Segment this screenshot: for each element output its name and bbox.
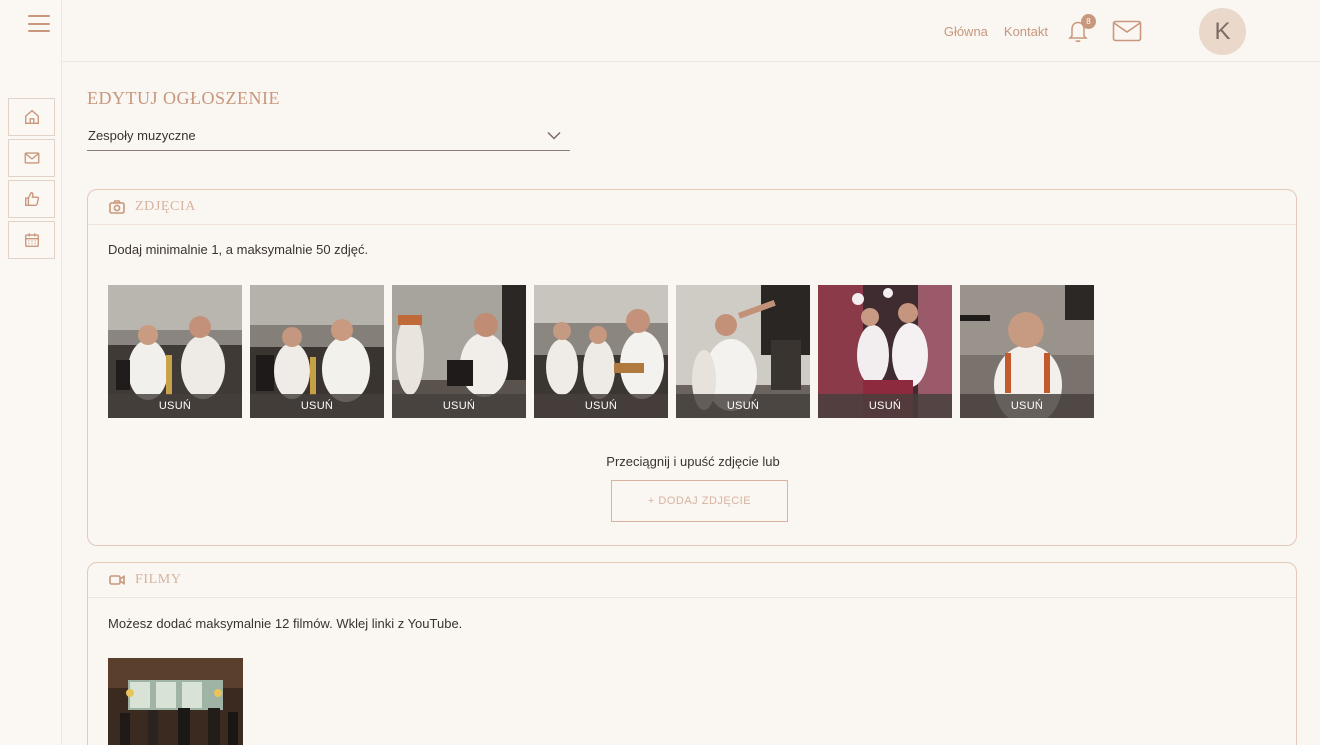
remove-photo-button[interactable]: USUŃ xyxy=(676,394,810,418)
photos-section-title: ZDJĘCIA xyxy=(135,199,196,214)
side-rail xyxy=(0,0,62,745)
films-card: FILMY Możesz dodać maksymalnie 12 filmów… xyxy=(87,562,1297,745)
films-hint: Możesz dodać maksymalnie 12 filmów. Wkle… xyxy=(108,616,463,631)
photo-thumbnail: USUŃ xyxy=(534,285,668,418)
rail-messages-button[interactable] xyxy=(8,139,55,177)
video-camera-icon xyxy=(109,575,125,585)
remove-photo-button[interactable]: USUŃ xyxy=(250,394,384,418)
photo-thumbnail: USUŃ xyxy=(392,285,526,418)
photo-thumbnail: USUŃ xyxy=(250,285,384,418)
mail-icon xyxy=(24,152,39,164)
rail-calendar-button[interactable] xyxy=(8,221,55,259)
photos-card: ZDJĘCIA Dodaj minimalnie 1, a maksymalni… xyxy=(87,189,1297,546)
remove-photo-button[interactable]: USUŃ xyxy=(818,394,952,418)
remove-photo-button[interactable]: USUŃ xyxy=(534,394,668,418)
photos-hint: Dodaj minimalnie 1, a maksymalnie 50 zdj… xyxy=(108,242,369,257)
photo-thumbnail: USUŃ xyxy=(818,285,952,418)
photos-card-header: ZDJĘCIA xyxy=(88,190,1296,225)
photo-gallery: USUŃ USUŃ USUŃ USUŃ USUŃ USUŃ USUŃ xyxy=(108,285,1094,418)
rail-nav xyxy=(8,98,55,262)
category-select[interactable]: Zespoły muzyczne xyxy=(87,120,570,151)
films-section-title: FILMY xyxy=(135,572,182,587)
chevron-down-icon xyxy=(547,131,561,140)
messages-button[interactable] xyxy=(1112,19,1142,43)
thumbs-up-icon xyxy=(24,192,39,206)
nav-link-home[interactable]: Główna xyxy=(944,24,988,39)
nav-link-contact[interactable]: Kontakt xyxy=(1004,24,1048,39)
photo-thumbnail: USUŃ xyxy=(108,285,242,418)
photo-thumbnail: USUŃ xyxy=(960,285,1094,418)
rail-likes-button[interactable] xyxy=(8,180,55,218)
photo-thumbnail: USUŃ xyxy=(676,285,810,418)
calendar-icon xyxy=(24,233,39,247)
video-thumbnail[interactable] xyxy=(108,658,243,745)
remove-photo-button[interactable]: USUŃ xyxy=(108,394,242,418)
notification-badge: 8 xyxy=(1081,14,1096,29)
user-avatar[interactable]: K xyxy=(1199,8,1246,55)
camera-icon xyxy=(109,200,125,214)
page-title: EDYTUJ OGŁOSZENIE xyxy=(87,88,280,108)
drop-zone-text: Przeciągnij i upuść zdjęcie lub xyxy=(606,454,780,469)
top-bar: Główna Kontakt 8 K xyxy=(62,0,1320,62)
remove-photo-button[interactable]: USUŃ xyxy=(392,394,526,418)
rail-home-button[interactable] xyxy=(8,98,55,136)
remove-photo-button[interactable]: USUŃ xyxy=(960,394,1094,418)
hamburger-menu-icon[interactable] xyxy=(28,15,50,32)
home-icon xyxy=(24,109,39,124)
add-photo-button[interactable]: + DODAJ ZDJĘCIE xyxy=(611,480,788,522)
films-card-header: FILMY xyxy=(88,563,1296,598)
envelope-icon xyxy=(1112,20,1142,42)
notifications-button[interactable]: 8 xyxy=(1066,14,1096,44)
top-actions: Główna Kontakt 8 xyxy=(928,0,1142,62)
category-select-value: Zespoły muzyczne xyxy=(88,127,196,143)
video-thumbnail-image xyxy=(108,658,243,745)
